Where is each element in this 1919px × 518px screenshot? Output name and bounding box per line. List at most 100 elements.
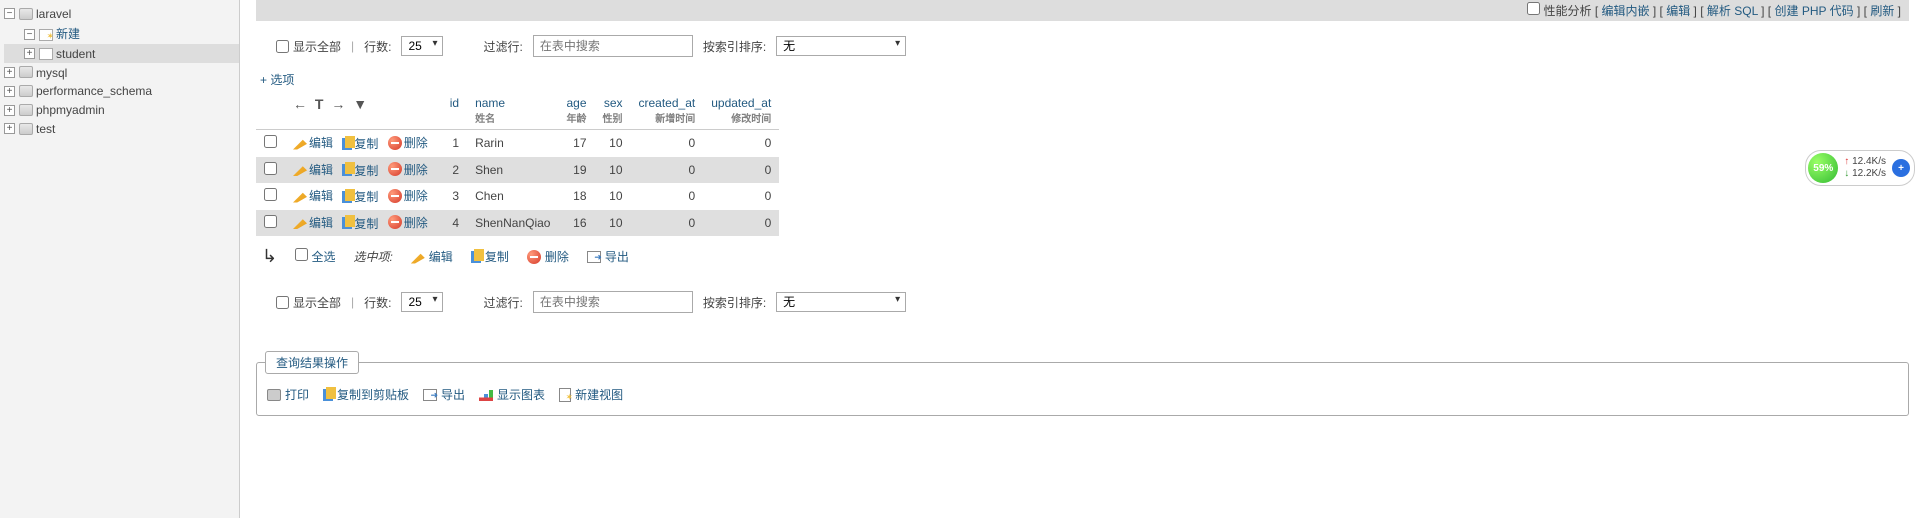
tree-toggle[interactable]: + [4,105,15,116]
tree-toggle[interactable]: − [4,8,15,19]
tree-toggle[interactable]: + [4,67,15,78]
op-copy-clipboard[interactable]: 复制到剪贴板 [323,386,409,403]
op-chart[interactable]: 显示图表 [479,386,545,403]
topbar-link-3[interactable]: 创建 PHP 代码 [1774,4,1853,18]
cell-created_at: 0 [631,210,704,237]
bulk-export[interactable]: 导出 [587,248,629,265]
results-table: ← T → ▼idname姓名age年龄sex性别created_at新增时间u… [256,92,779,236]
topbar-link-1[interactable]: 编辑 [1666,4,1690,18]
delete-icon [388,215,402,229]
row-edit[interactable]: 编辑 [293,187,333,204]
result-operations: 查询结果操作 打印 复制到剪贴板 导出 显示图表 新建视图 [256,351,1909,416]
row-delete[interactable]: 删除 [388,214,428,231]
rows-select[interactable]: 25 [401,292,443,312]
database-test[interactable]: test [36,122,55,136]
row-edit[interactable]: 编辑 [293,161,333,178]
tree-toggle[interactable]: + [24,48,35,59]
export-icon [423,389,437,401]
controls-top: 显示全部 | 行数: 25 过滤行: 按索引排序: 无 [256,21,1909,71]
cell-name: Chen [467,183,558,210]
cell-age: 16 [558,210,594,237]
show-all-checkbox[interactable] [276,40,289,53]
row-copy[interactable]: 复制 [342,162,378,179]
arrow-up-icon: ↳ [262,246,277,267]
table-student[interactable]: student [56,47,95,61]
options-toggle[interactable]: + 选项 [256,71,294,92]
main-content: 性能分析 [ 编辑内嵌 ] [ 编辑 ] [ 解析 SQL ] [ 创建 PHP… [246,0,1919,436]
table-row: 编辑 复制 删除 2Shen191000 [256,157,779,184]
col-checkbox [256,92,285,130]
filter-input[interactable] [533,35,693,57]
row-edit[interactable]: 编辑 [293,214,333,231]
speed-down: 12.2K/s [1844,168,1886,180]
filter-input[interactable] [533,291,693,313]
pencil-icon [293,136,307,150]
tree-toggle[interactable]: − [24,29,35,40]
op-print[interactable]: 打印 [267,386,309,403]
bulk-actions: ↳ 全选 选中项: 编辑 复制 删除 导出 [256,236,1909,277]
cell-id: 1 [442,130,467,157]
col-sex[interactable]: sex性别 [595,92,631,130]
result-operations-legend: 查询结果操作 [265,351,359,374]
row-edit[interactable]: 编辑 [293,134,333,151]
op-create-view[interactable]: 新建视图 [559,386,623,403]
database-laravel[interactable]: laravel [36,7,71,21]
rows-select[interactable]: 25 [401,36,443,56]
speed-widget[interactable]: 59% 12.4K/s 12.2K/s + [1805,150,1915,186]
row-delete[interactable]: 删除 [388,134,428,151]
navigation-sidebar: −laravel−新建+student+mysql+performance_sc… [0,0,240,518]
tree-toggle[interactable]: + [4,86,15,97]
database-performance_schema[interactable]: performance_schema [36,84,152,98]
copy-icon [471,251,481,263]
speed-plus-icon[interactable]: + [1892,159,1910,177]
database-mysql[interactable]: mysql [36,65,67,79]
delete-icon [388,162,402,176]
delete-icon [388,136,402,150]
col-id[interactable]: id [442,92,467,130]
tree-toggle[interactable]: + [4,123,15,134]
bulk-edit[interactable]: 编辑 [411,248,453,265]
topbar-link-4[interactable]: 刷新 [1870,4,1894,18]
database-phpmyadmin[interactable]: phpmyadmin [36,103,105,117]
cell-sex: 10 [595,210,631,237]
col-sort-controls[interactable]: ← T → ▼ [285,92,442,130]
op-export[interactable]: 导出 [423,386,465,403]
sort-select[interactable]: 无 [776,292,906,312]
row-delete[interactable]: 删除 [388,187,428,204]
profiling-label: 性能分析 [1543,4,1591,18]
copy-icon [342,164,352,176]
show-all-label[interactable]: 显示全部 [276,294,341,311]
cell-updated_at: 0 [703,130,779,157]
check-all-checkbox[interactable] [295,248,308,261]
col-created_at[interactable]: created_at新增时间 [631,92,704,130]
database-icon [19,66,33,78]
cell-age: 17 [558,130,594,157]
pencil-icon [411,250,425,264]
new-table-link[interactable]: 新建 [56,27,80,41]
col-name[interactable]: name姓名 [467,92,558,130]
row-copy[interactable]: 复制 [342,215,378,232]
topbar-link-0[interactable]: 编辑内嵌 [1601,4,1649,18]
delete-icon [388,189,402,203]
bulk-delete[interactable]: 删除 [527,248,569,265]
cell-age: 19 [558,157,594,184]
cell-updated_at: 0 [703,210,779,237]
row-copy[interactable]: 复制 [342,135,378,152]
topbar-link-2[interactable]: 解析 SQL [1707,4,1758,18]
filter-label: 过滤行: [483,294,522,311]
row-checkbox[interactable] [264,215,277,228]
col-updated_at[interactable]: updated_at修改时间 [703,92,779,130]
new-icon [39,29,53,41]
row-checkbox[interactable] [264,162,277,175]
row-checkbox[interactable] [264,135,277,148]
bulk-copy[interactable]: 复制 [471,248,509,265]
row-delete[interactable]: 删除 [388,161,428,178]
profiling-checkbox[interactable] [1527,2,1540,15]
sort-select[interactable]: 无 [776,36,906,56]
row-checkbox[interactable] [264,188,277,201]
show-all-checkbox[interactable] [276,296,289,309]
show-all-label[interactable]: 显示全部 [276,38,341,55]
check-all-label[interactable]: 全选 [295,248,335,265]
row-copy[interactable]: 复制 [342,188,378,205]
col-age[interactable]: age年龄 [558,92,594,130]
